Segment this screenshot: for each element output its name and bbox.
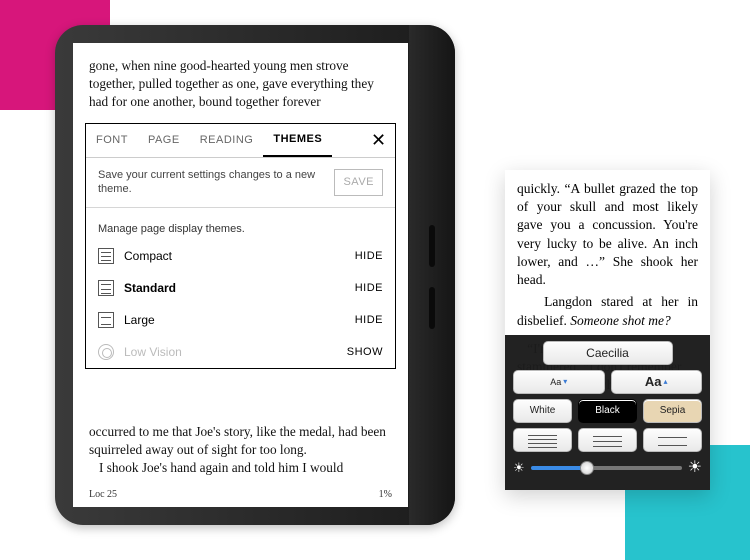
brightness-low-icon: ☀ [513, 459, 525, 477]
theme-action[interactable]: HIDE [355, 249, 383, 264]
spacing-compact-icon [98, 248, 114, 264]
font-panel: Caecilia Aa▾ Aa▴ White Black Sepia ☀ ☀ [505, 335, 710, 490]
save-button[interactable]: SAVE [334, 169, 383, 196]
color-sepia-button[interactable]: Sepia [643, 399, 702, 423]
location-label: Loc 25 [89, 488, 117, 502]
paragraph-1: quickly. “A bullet grazed the top of you… [517, 180, 698, 289]
theme-row-large[interactable]: Large HIDE [86, 304, 395, 336]
color-black-button[interactable]: Black [578, 399, 637, 423]
page-turn-button-down[interactable] [429, 287, 435, 329]
line-spacing-loose-button[interactable] [643, 428, 702, 452]
ereader-device-right: quickly. “A bullet grazed the top of you… [505, 170, 710, 490]
theme-row-compact[interactable]: Compact HIDE [86, 240, 395, 272]
theme-action[interactable]: HIDE [355, 313, 383, 328]
tab-reading[interactable]: READING [190, 124, 264, 157]
device-grip [409, 25, 455, 525]
settings-tabs: FONT PAGE READING THEMES ✕ [86, 124, 395, 158]
save-hint-text: Save your current settings changes to a … [98, 168, 334, 197]
device-screen: gone, when nine good-hearted young men s… [73, 43, 408, 507]
tab-themes[interactable]: THEMES [263, 124, 332, 157]
page-turn-button-up[interactable] [429, 225, 435, 267]
paragraph-2: Langdon stared at her in disbelief. Some… [517, 293, 698, 329]
display-settings-popover: FONT PAGE READING THEMES ✕ Save your cur… [85, 123, 396, 369]
theme-action[interactable]: HIDE [355, 281, 383, 296]
progress-label: 1% [379, 488, 392, 502]
font-size-increase-button[interactable]: Aa▴ [611, 370, 703, 394]
book-page: quickly. “A bullet grazed the top of you… [505, 170, 710, 330]
spacing-standard-icon [98, 280, 114, 296]
status-bar: Loc 25 1% [89, 488, 392, 502]
font-name-button[interactable]: Caecilia [543, 341, 673, 365]
spacing-large-icon [98, 312, 114, 328]
theme-name: Low Vision [124, 344, 347, 360]
tab-page[interactable]: PAGE [138, 124, 190, 157]
book-text-top: gone, when nine good-hearted young men s… [89, 57, 392, 111]
tab-font[interactable]: FONT [86, 124, 138, 157]
theme-name: Large [124, 312, 355, 328]
manage-themes-header: Manage page display themes. [86, 208, 395, 241]
font-size-decrease-button[interactable]: Aa▾ [513, 370, 605, 394]
line-spacing-medium-button[interactable] [578, 428, 637, 452]
save-theme-row: Save your current settings changes to a … [86, 158, 395, 208]
brightness-high-icon: ☀ [688, 457, 702, 479]
theme-action[interactable]: SHOW [347, 345, 383, 360]
theme-name: Standard [124, 280, 355, 296]
close-icon[interactable]: ✕ [361, 124, 395, 157]
theme-row-standard[interactable]: Standard HIDE [86, 272, 395, 304]
ereader-device-left: gone, when nine good-hearted young men s… [55, 25, 455, 525]
color-white-button[interactable]: White [513, 399, 572, 423]
theme-row-low-vision[interactable]: Low Vision SHOW [86, 336, 395, 368]
low-vision-icon [98, 344, 114, 360]
line-spacing-tight-button[interactable] [513, 428, 572, 452]
brightness-slider[interactable] [531, 466, 682, 470]
theme-name: Compact [124, 248, 355, 264]
brightness-slider-row: ☀ ☀ [513, 457, 702, 479]
book-text-bottom: occurred to me that Joe's story, like th… [89, 423, 392, 477]
